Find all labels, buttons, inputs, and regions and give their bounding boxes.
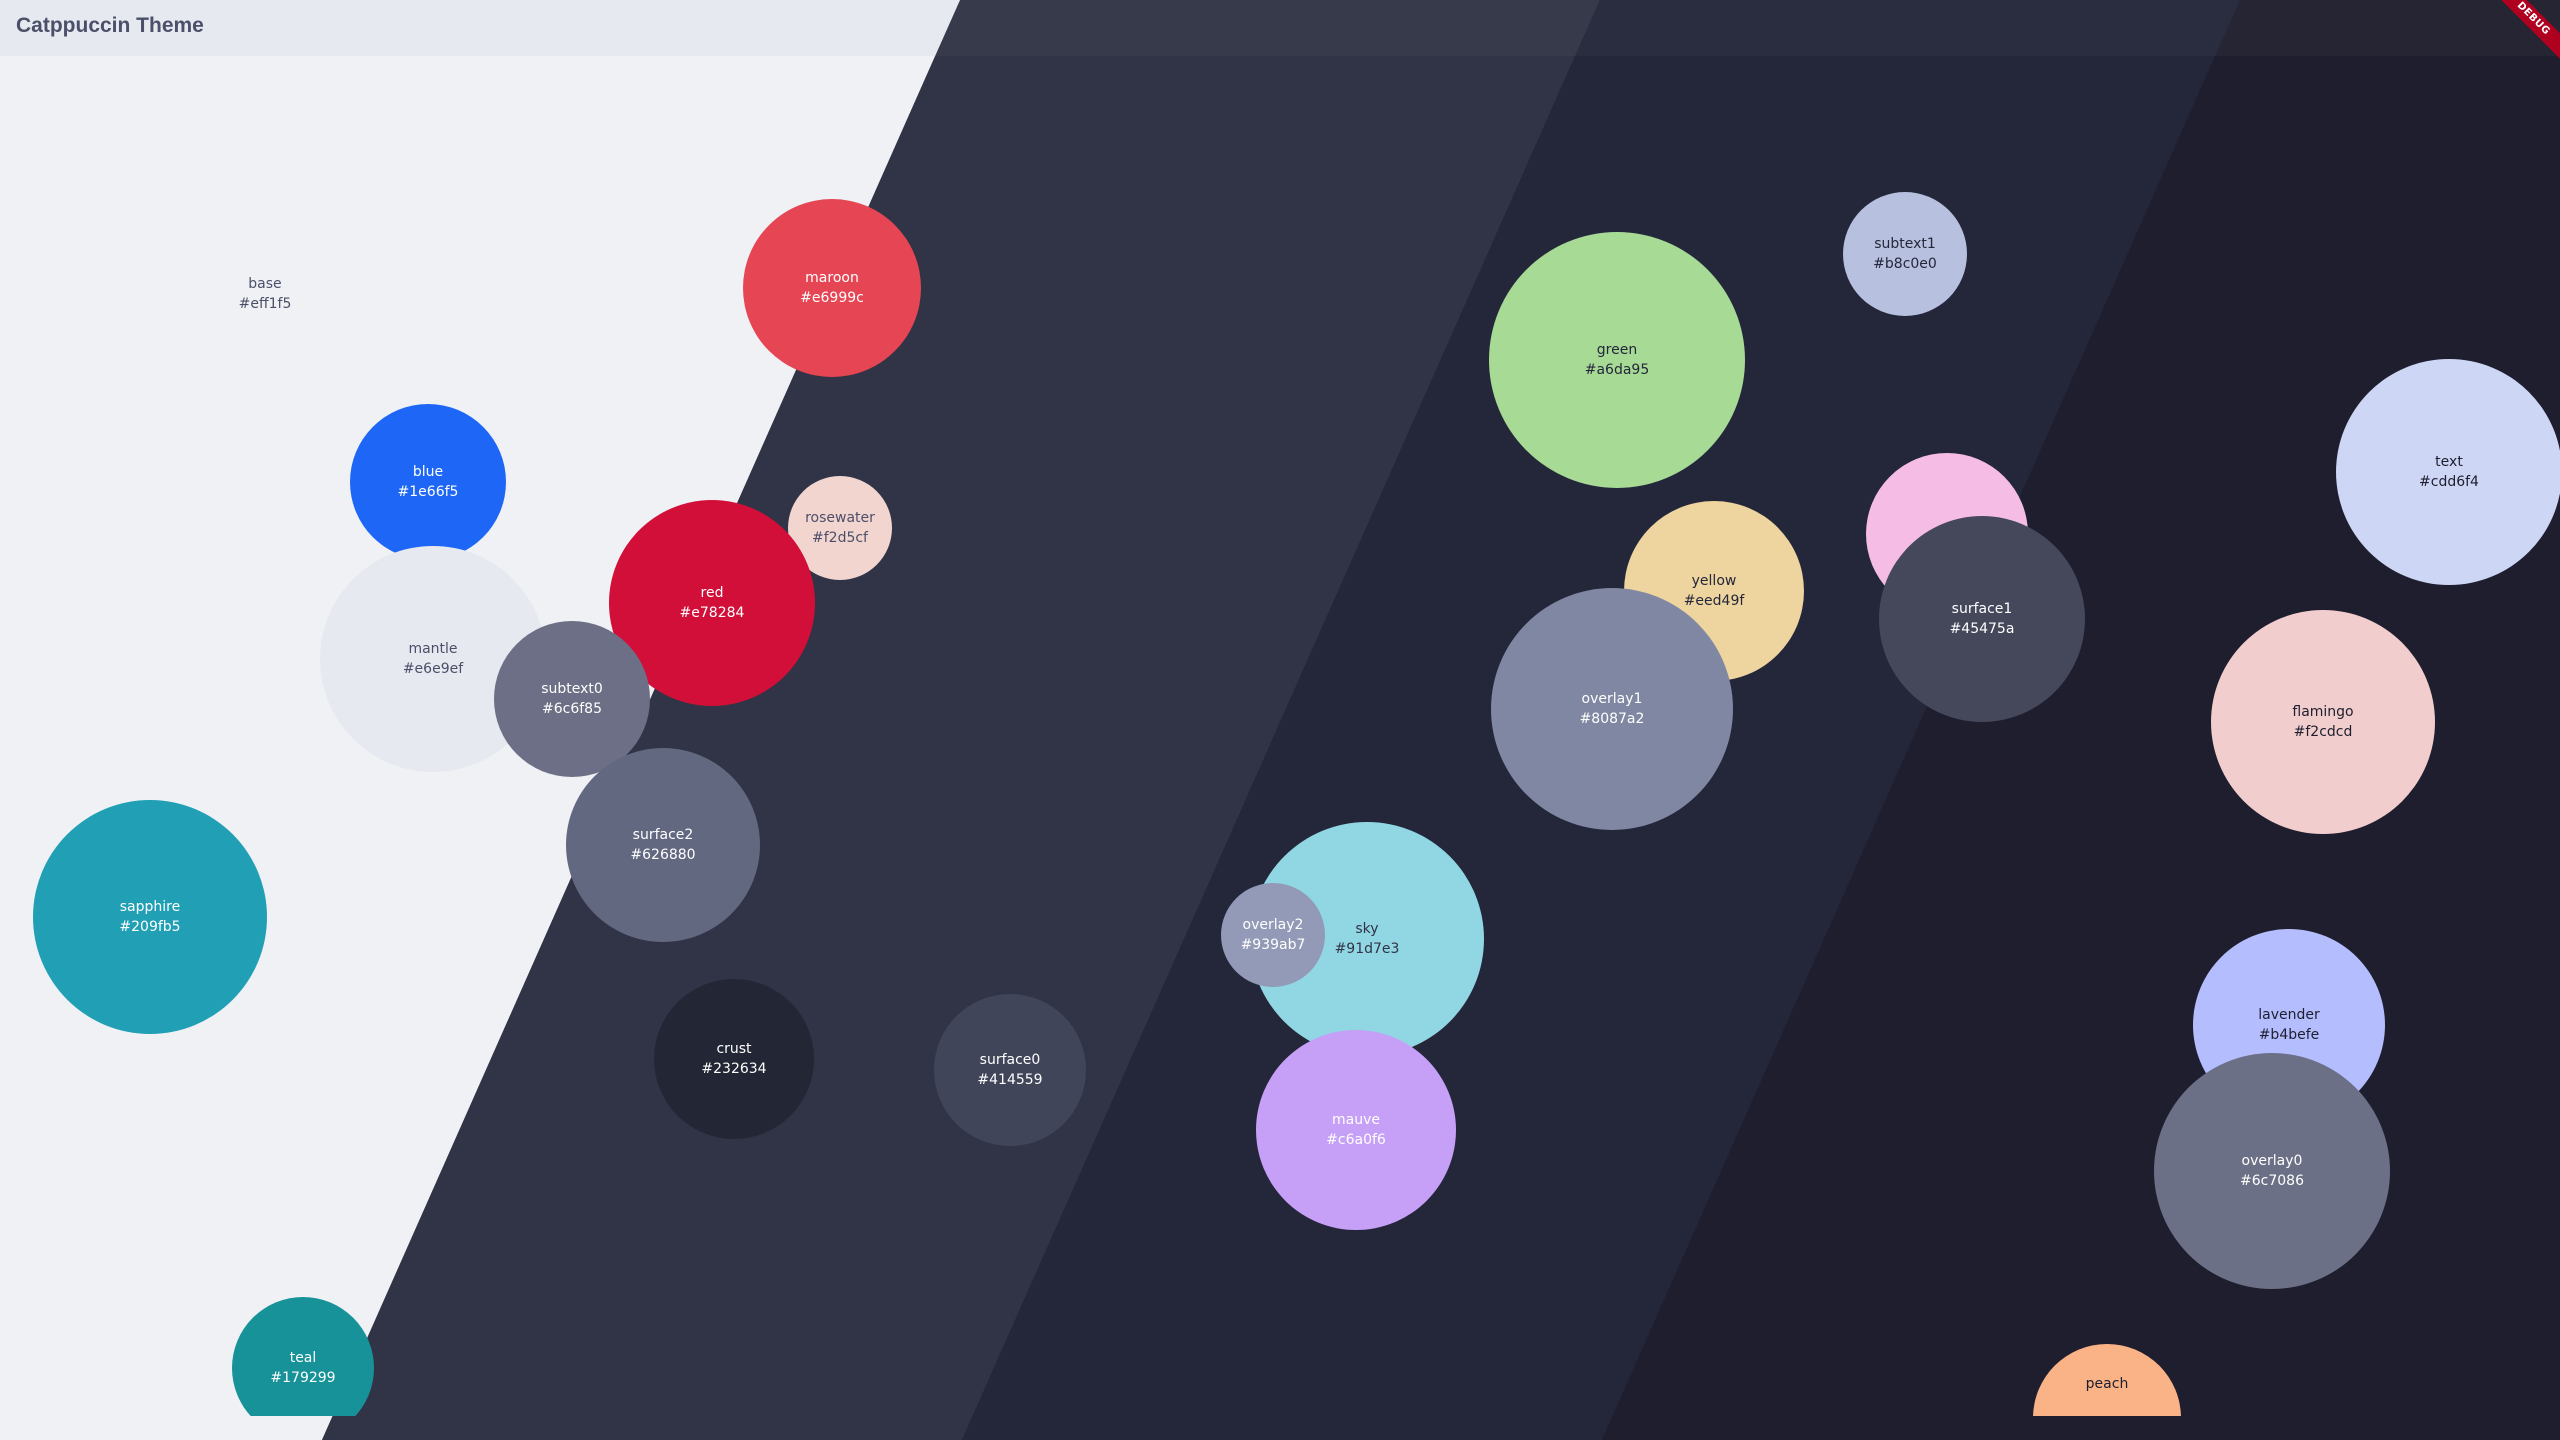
swatch-hex: #45475a	[1949, 621, 2015, 637]
swatch-flamingo: flamingo #f2cdcd	[2211, 610, 2435, 834]
swatch-name: sky	[1355, 921, 1379, 937]
swatch-hex: #8087a2	[1579, 711, 1645, 727]
swatch-hex: #91d7e3	[1334, 941, 1400, 957]
swatch-name: overlay0	[2241, 1153, 2303, 1169]
app-title: Catppuccin Theme	[16, 14, 204, 37]
swatch-name: overlay1	[1581, 691, 1643, 707]
swatch-hex: #e6999c	[800, 290, 864, 306]
swatch-overlay1: overlay1 #8087a2	[1491, 588, 1733, 830]
swatch-name: peach	[2085, 1376, 2129, 1392]
swatch-hex: #cdd6f4	[2419, 474, 2479, 490]
swatch-name: overlay2	[1242, 917, 1304, 933]
swatch-name: teal	[289, 1350, 317, 1366]
swatch-name: subtext1	[1874, 236, 1936, 252]
app-bar-light-segment	[0, 0, 960, 56]
swatch-name: sapphire	[119, 899, 181, 915]
swatch-surface0: surface0 #414559	[934, 994, 1086, 1146]
swatch-hex: #eff1f5	[238, 296, 292, 312]
swatch-text: text #cdd6f4	[2336, 359, 2560, 585]
swatch-name: flamingo	[2292, 704, 2354, 720]
swatch-overlay2: overlay2 #939ab7	[1221, 883, 1325, 987]
swatch-hex: #a6da95	[1584, 362, 1650, 378]
swatch-crust: crust #232634	[654, 979, 814, 1139]
swatch-hex: #179299	[270, 1370, 336, 1386]
swatch-hex: #626880	[630, 847, 696, 863]
swatch-green: green #a6da95	[1489, 232, 1745, 488]
swatch-overlay0: overlay0 #6c7086	[2154, 1053, 2390, 1289]
swatch-teal: teal #179299	[232, 1297, 374, 1416]
swatch-hex: #939ab7	[1240, 937, 1306, 953]
swatch-maroon: maroon #e6999c	[743, 199, 921, 377]
swatch-name: base	[248, 276, 282, 292]
swatch-hex: #209fb5	[119, 919, 181, 935]
swatch-subtext0: subtext0 #6c6f85	[494, 621, 650, 777]
swatch-name: subtext0	[541, 681, 603, 697]
swatch-name: maroon	[805, 270, 859, 286]
swatch-name: red	[700, 585, 724, 601]
swatch-surface2: surface2 #626880	[566, 748, 760, 942]
swatch-name: surface2	[632, 827, 694, 843]
swatch-name: mauve	[1331, 1112, 1380, 1128]
swatch-name: text	[2435, 454, 2463, 470]
swatch-name: green	[1596, 342, 1638, 358]
swatch-name: surface0	[979, 1052, 1041, 1068]
swatch-blue: blue #1e66f5	[350, 404, 506, 560]
swatch-hex: #e78284	[679, 605, 745, 621]
swatch-hex: #6c6f85	[542, 701, 602, 717]
swatch-name: yellow	[1691, 573, 1737, 589]
swatch-hex: #6c7086	[2240, 1173, 2304, 1189]
swatch-name: surface1	[1951, 601, 2013, 617]
swatch-name: lavender	[2258, 1007, 2320, 1023]
swatch-hex: #eed49f	[1683, 593, 1745, 609]
swatch-name: crust	[716, 1041, 752, 1057]
swatch-hex: #1e66f5	[397, 484, 459, 500]
swatch-name: rosewater	[805, 510, 875, 526]
swatch-name: blue	[412, 464, 444, 480]
swatch-hex: #f2cdcd	[2293, 724, 2353, 740]
swatch-name: mantle	[408, 641, 458, 657]
swatch-base: base #eff1f5	[205, 234, 325, 354]
swatch-hex: #414559	[977, 1072, 1043, 1088]
swatch-bubbles: base #eff1f5 maroon #e6999c blue #1e66f5 rosew…	[0, 0, 2560, 1416]
swatch-hex: #e6e9ef	[402, 661, 464, 677]
swatch-sapphire: sapphire #209fb5	[33, 800, 267, 1034]
swatch-hex: #b8c0e0	[1873, 256, 1937, 272]
swatch-hex: #232634	[701, 1061, 767, 1077]
swatch-mauve: mauve #c6a0f6	[1256, 1030, 1456, 1230]
app-bar: Catppuccin Theme	[0, 0, 2560, 56]
swatch-peach: peach	[2033, 1344, 2181, 1416]
swatch-surface1: surface1 #45475a	[1879, 516, 2085, 722]
swatch-subtext1: subtext1 #b8c0e0	[1843, 192, 1967, 316]
swatch-hex: #f2d5cf	[812, 530, 868, 546]
theme-canvas: Catppuccin Theme base #eff1f5 maroon #e6999…	[0, 0, 2560, 1440]
swatch-hex: #c6a0f6	[1326, 1132, 1386, 1148]
swatch-hex: #b4befe	[2258, 1027, 2320, 1043]
